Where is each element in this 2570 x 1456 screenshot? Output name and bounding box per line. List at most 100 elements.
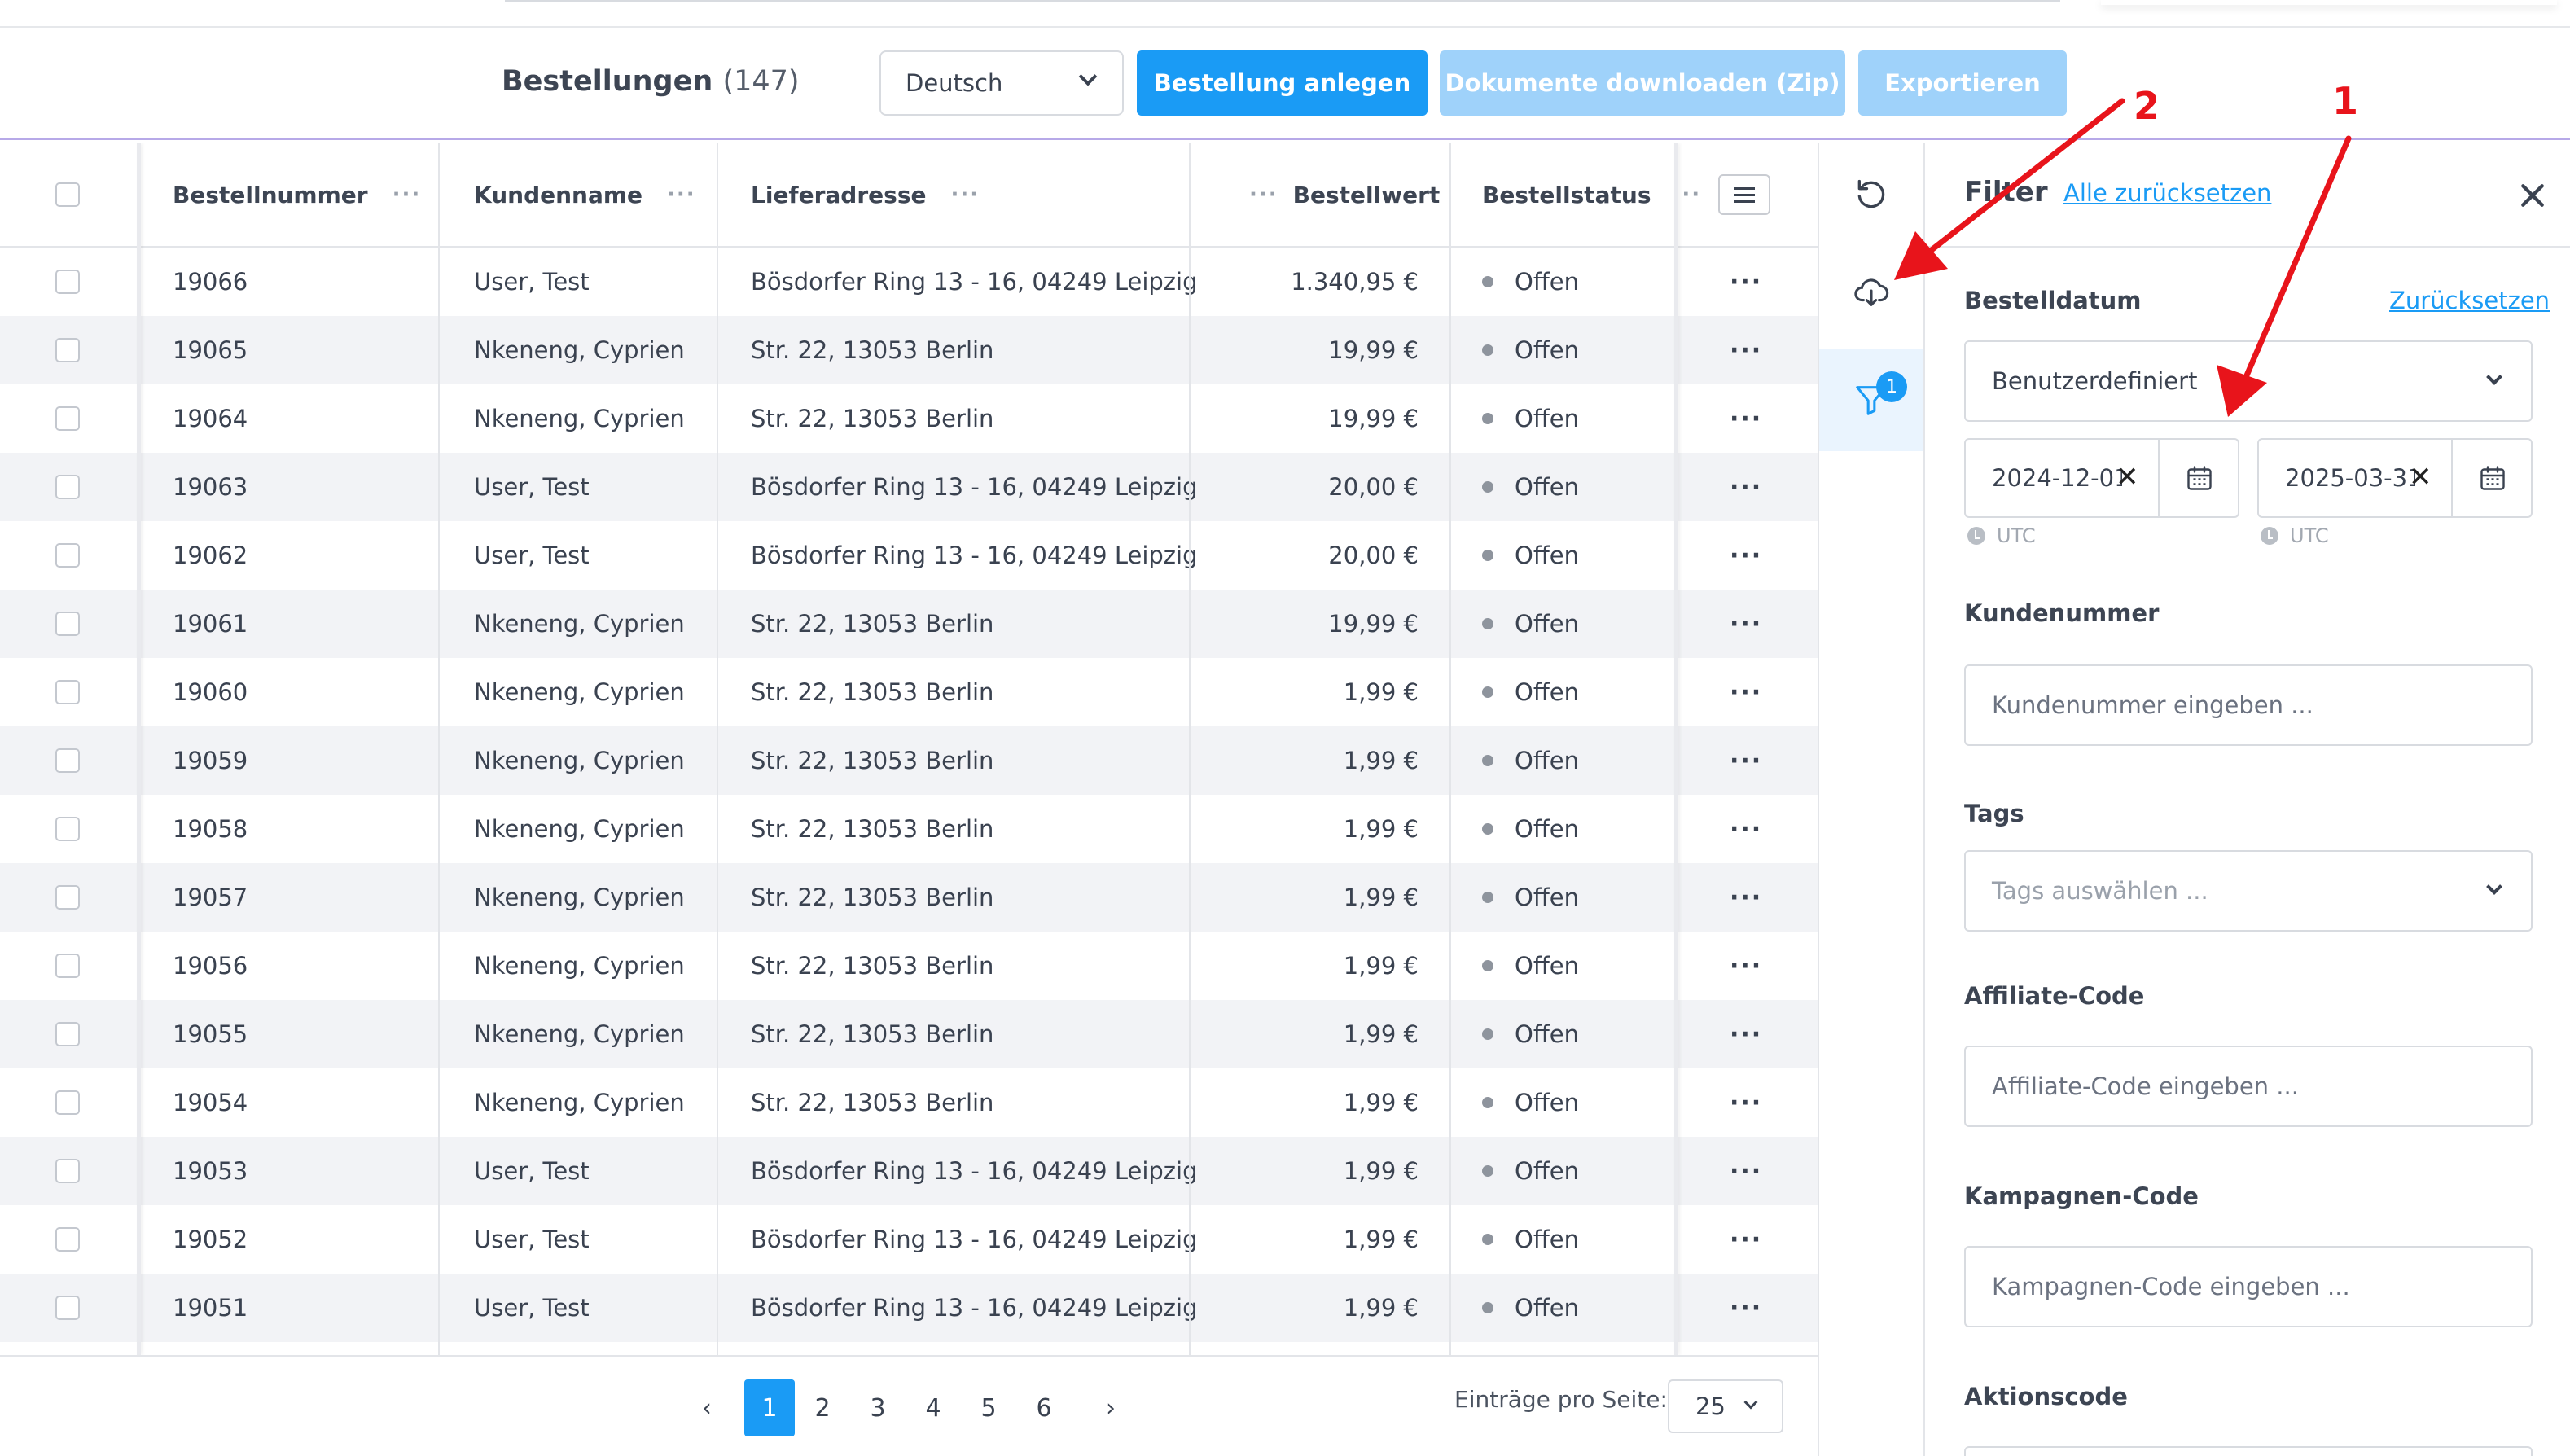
delivery-address-cell: Bösdorfer Ring 13 - 16, 04249 Leipzig [751, 268, 1198, 296]
reset-all-filters-link[interactable]: Alle zurücksetzen [2063, 179, 2271, 207]
table-row[interactable]: 19058 Nkeneng, Cyprien Str. 22, 13053 Berl… [0, 795, 1818, 863]
row-actions-button[interactable]: ··· [1730, 316, 1762, 384]
row-checkbox[interactable] [55, 270, 80, 294]
row-checkbox[interactable] [55, 1227, 80, 1252]
table-row[interactable]: 19052 User, Test Bösdorfer Ring 13 - 16, 0… [0, 1205, 1818, 1274]
row-checkbox[interactable] [55, 406, 80, 431]
table-row[interactable]: 19051 User, Test Bösdorfer Ring 13 - 16, 0… [0, 1274, 1818, 1342]
row-actions-button[interactable]: ··· [1730, 1205, 1762, 1274]
row-checkbox[interactable] [55, 543, 80, 568]
column-header-delivery-address[interactable]: Lieferadresse ··· [751, 143, 980, 246]
table-row[interactable]: 19059 Nkeneng, Cyprien Str. 22, 13053 Berl… [0, 726, 1818, 795]
row-checkbox[interactable] [55, 1022, 80, 1046]
date-range-select[interactable]: Benutzerdefiniert [1964, 340, 2533, 422]
clear-date-to-icon[interactable]: ✕ [2409, 461, 2432, 493]
table-row[interactable]: 19062 User, Test Bösdorfer Ring 13 - 16, 0… [0, 521, 1818, 590]
column-header-order-status[interactable]: Bestellstatus ··· [1482, 143, 1701, 246]
table-row[interactable]: 19063 User, Test Bösdorfer Ring 13 - 16, 0… [0, 453, 1818, 521]
delivery-address-cell: Str. 22, 13053 Berlin [751, 336, 994, 364]
filter-toggle-button[interactable]: 1 [1819, 349, 1923, 451]
reset-view-button[interactable] [1819, 143, 1923, 246]
row-actions-button[interactable]: ··· [1730, 795, 1762, 863]
prev-page-button[interactable]: ‹ [691, 1379, 723, 1436]
customer-name-cell: Nkeneng, Cyprien [474, 336, 685, 364]
row-actions-button[interactable]: ··· [1730, 453, 1762, 521]
language-select[interactable]: Deutsch [879, 50, 1124, 116]
order-date-reset-link[interactable]: Zurücksetzen [2389, 287, 2550, 314]
date-from-field[interactable]: 2024-12-01 ✕ [1964, 438, 2239, 518]
row-actions-button[interactable]: ··· [1730, 863, 1762, 932]
row-actions-button[interactable]: ··· [1730, 1000, 1762, 1068]
row-actions-button[interactable]: ··· [1730, 1137, 1762, 1205]
row-actions-button[interactable]: ··· [1730, 932, 1762, 1000]
column-options-icon[interactable]: ··· [667, 182, 696, 207]
row-select-cell [55, 795, 80, 863]
customer-number-input[interactable]: Kundenummer eingeben ... [1964, 664, 2533, 746]
row-checkbox[interactable] [55, 885, 80, 910]
row-checkbox[interactable] [55, 338, 80, 362]
column-options-icon[interactable]: ··· [393, 182, 422, 207]
row-checkbox[interactable] [55, 680, 80, 704]
column-header-customer-name[interactable]: Kundenname ··· [474, 143, 696, 246]
page-6[interactable]: 6 [1028, 1379, 1060, 1436]
table-row[interactable]: 19065 Nkeneng, Cyprien Str. 22, 13053 Berl… [0, 316, 1818, 384]
table-row[interactable]: 19054 Nkeneng, Cyprien Str. 22, 13053 Berl… [0, 1068, 1818, 1137]
column-header-order-value[interactable]: ··· Bestellwert [1249, 143, 1440, 246]
next-page-button[interactable]: › [1094, 1379, 1127, 1436]
column-options-icon[interactable]: ··· [1249, 182, 1278, 207]
table-row[interactable]: 19057 Nkeneng, Cyprien Str. 22, 13053 Berl… [0, 863, 1818, 932]
row-actions-button[interactable]: ··· [1730, 384, 1762, 453]
page-5[interactable]: 5 [972, 1379, 1005, 1436]
tags-select[interactable]: Tags auswählen ... [1964, 850, 2533, 932]
row-actions-button[interactable]: ··· [1730, 248, 1762, 316]
row-actions-button[interactable]: ··· [1730, 1274, 1762, 1342]
page-4[interactable]: 4 [917, 1379, 949, 1436]
date-to-field[interactable]: 2025-03-31 ✕ [2257, 438, 2533, 518]
column-settings-button[interactable] [1718, 174, 1770, 215]
table-row[interactable]: 19055 Nkeneng, Cyprien Str. 22, 13053 Berl… [0, 1000, 1818, 1068]
row-checkbox[interactable] [55, 475, 80, 499]
per-page-select[interactable]: 25 [1668, 1379, 1783, 1433]
campaign-code-input[interactable]: Kampagnen-Code eingeben ... [1964, 1246, 2533, 1327]
export-button[interactable]: Exportieren [1858, 50, 2067, 116]
row-checkbox[interactable] [55, 1159, 80, 1183]
download-documents-button[interactable]: Dokumente downloaden (Zip) [1440, 50, 1845, 116]
create-order-button[interactable]: Bestellung anlegen [1137, 50, 1428, 116]
row-actions-button[interactable]: ··· [1730, 1068, 1762, 1137]
row-checkbox[interactable] [55, 1090, 80, 1115]
row-actions-button[interactable]: ··· [1730, 726, 1762, 795]
customer-name-cell: User, Test [474, 268, 590, 296]
row-checkbox[interactable] [55, 612, 80, 636]
row-actions-button[interactable]: ··· [1730, 590, 1762, 658]
page-3[interactable]: 3 [862, 1379, 894, 1436]
close-icon[interactable] [2516, 179, 2549, 212]
row-actions-button[interactable]: ··· [1730, 521, 1762, 590]
download-button[interactable] [1819, 241, 1923, 344]
status-dot-icon [1482, 618, 1493, 629]
date-to-calendar-button[interactable] [2451, 440, 2533, 516]
row-actions-button[interactable]: ··· [1730, 658, 1762, 726]
table-row[interactable]: 19060 Nkeneng, Cyprien Str. 22, 13053 Berl… [0, 658, 1818, 726]
date-from-calendar-button[interactable] [2158, 440, 2239, 516]
action-code-input[interactable] [1964, 1446, 2533, 1456]
delivery-address-cell: Bösdorfer Ring 13 - 16, 04249 Leipzig [751, 542, 1198, 569]
column-options-icon[interactable]: ··· [950, 182, 980, 207]
table-row[interactable]: 19053 User, Test Bösdorfer Ring 13 - 16, 0… [0, 1137, 1818, 1205]
column-header-order-number[interactable]: Bestellnummer ··· [173, 143, 421, 246]
affiliate-code-input[interactable]: Affiliate-Code eingeben ... [1964, 1046, 2533, 1127]
order-number-cell: 19052 [173, 1226, 248, 1253]
row-checkbox[interactable] [55, 954, 80, 978]
row-checkbox[interactable] [55, 748, 80, 773]
table-row[interactable]: 19061 Nkeneng, Cyprien Str. 22, 13053 Berl… [0, 590, 1818, 658]
order-count: (147) [722, 65, 800, 98]
table-row[interactable]: 19064 Nkeneng, Cyprien Str. 22, 13053 Berl… [0, 384, 1818, 453]
table-row[interactable]: 19056 Nkeneng, Cyprien Str. 22, 13053 Berl… [0, 932, 1818, 1000]
select-all-checkbox[interactable] [55, 182, 80, 207]
row-checkbox[interactable] [55, 1296, 80, 1320]
page-2[interactable]: 2 [806, 1379, 839, 1436]
clear-date-from-icon[interactable]: ✕ [2116, 461, 2139, 493]
table-row[interactable]: 19066 User, Test Bösdorfer Ring 13 - 16, 0… [0, 248, 1818, 316]
page-1[interactable]: 1 [744, 1379, 795, 1436]
row-checkbox[interactable] [55, 817, 80, 841]
clock-icon [1967, 527, 1985, 545]
